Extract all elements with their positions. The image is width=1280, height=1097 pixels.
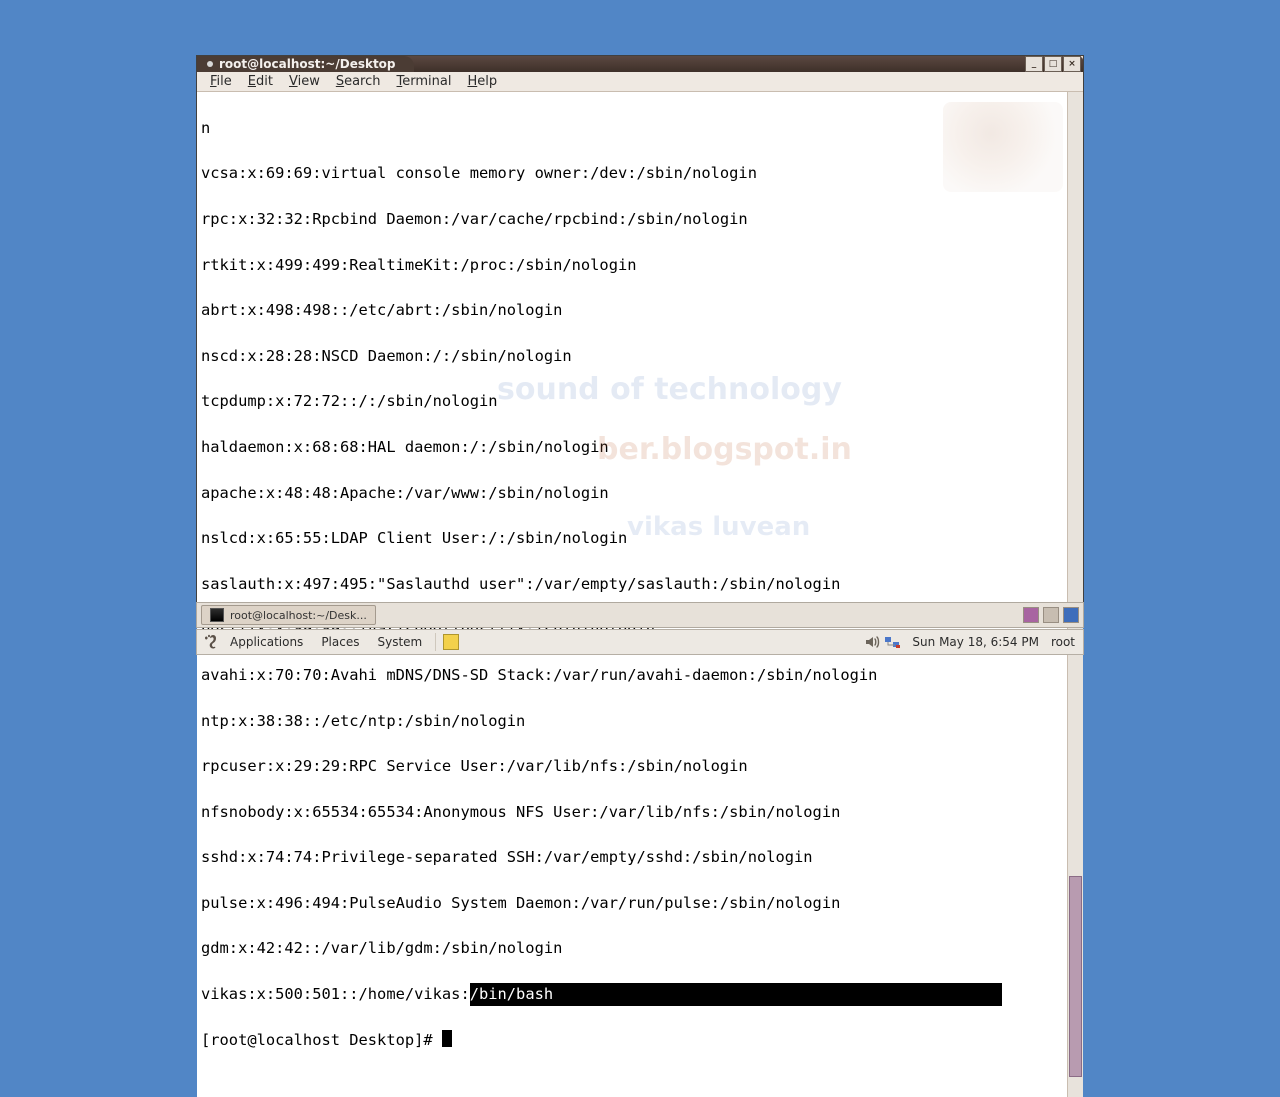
- selection-text: /bin/bash: [470, 985, 553, 1003]
- term-line: rtkit:x:499:499:RealtimeKit:/proc:/sbin/…: [201, 254, 1063, 277]
- terminal-window: root@localhost:~/Desktop _ □ × File Edit…: [196, 55, 1084, 628]
- term-line: nslcd:x:65:55:LDAP Client User:/:/sbin/n…: [201, 527, 1063, 550]
- menu-help[interactable]: Help: [460, 72, 504, 91]
- maximize-button[interactable]: □: [1044, 56, 1062, 72]
- title-tab: root@localhost:~/Desktop: [197, 56, 414, 72]
- menu-edit[interactable]: Edit: [241, 72, 280, 91]
- term-line: pulse:x:496:494:PulseAudio System Daemon…: [201, 892, 1063, 915]
- term-line: rpc:x:32:32:Rpcbind Daemon:/var/cache/rp…: [201, 208, 1063, 231]
- menu-file[interactable]: File: [203, 72, 239, 91]
- term-line: haldaemon:x:68:68:HAL daemon:/:/sbin/nol…: [201, 436, 1063, 459]
- terminal-output[interactable]: n vcsa:x:69:69:virtual console memory ow…: [197, 92, 1067, 1097]
- minimize-button[interactable]: _: [1025, 56, 1043, 72]
- menu-bar: File Edit View Search Terminal Help: [197, 72, 1083, 92]
- gnome-foot-icon[interactable]: [203, 634, 219, 650]
- term-line: n: [201, 117, 1063, 140]
- terminal-area: n vcsa:x:69:69:virtual console memory ow…: [197, 92, 1083, 1097]
- panel-separator: [435, 633, 437, 651]
- workspace-3[interactable]: [1063, 607, 1079, 623]
- term-line: vcsa:x:69:69:virtual console memory owne…: [201, 162, 1063, 185]
- gnome-panel: Applications Places System Sun May 18, 6…: [196, 629, 1084, 655]
- panel-system[interactable]: System: [370, 633, 429, 651]
- volume-icon[interactable]: [864, 634, 880, 650]
- term-line-prefix: vikas:x:500:501::/home/vikas:: [201, 985, 470, 1003]
- menu-search[interactable]: Search: [329, 72, 388, 91]
- clock[interactable]: Sun May 18, 6:54 PM: [912, 635, 1039, 649]
- scrollbar-thumb[interactable]: [1069, 876, 1082, 1077]
- term-line: ntp:x:38:38::/etc/ntp:/sbin/nologin: [201, 710, 1063, 733]
- title-bullet-icon: [207, 61, 213, 67]
- workspace-1[interactable]: [1023, 607, 1039, 623]
- panel-places[interactable]: Places: [314, 633, 366, 651]
- close-button[interactable]: ×: [1063, 56, 1081, 72]
- workspace-switcher[interactable]: [1023, 607, 1079, 623]
- network-icon[interactable]: [884, 634, 900, 650]
- term-line: avahi:x:70:70:Avahi mDNS/DNS-SD Stack:/v…: [201, 664, 1063, 687]
- scrollbar-track[interactable]: [1068, 92, 1083, 1097]
- term-line: gdm:x:42:42::/var/lib/gdm:/sbin/nologin: [201, 937, 1063, 960]
- menu-terminal[interactable]: Terminal: [390, 72, 459, 91]
- window-titlebar[interactable]: root@localhost:~/Desktop _ □ ×: [197, 56, 1083, 72]
- prompt-text: [root@localhost Desktop]#: [201, 1031, 442, 1049]
- term-line: rpcuser:x:29:29:RPC Service User:/var/li…: [201, 755, 1063, 778]
- term-line: nscd:x:28:28:NSCD Daemon:/:/sbin/nologin: [201, 345, 1063, 368]
- window-title: root@localhost:~/Desktop: [219, 57, 396, 71]
- term-line: nfsnobody:x:65534:65534:Anonymous NFS Us…: [201, 801, 1063, 824]
- scrollbar[interactable]: [1067, 92, 1083, 1097]
- term-line: saslauth:x:497:495:"Saslauthd user":/var…: [201, 573, 1063, 596]
- term-line: tcpdump:x:72:72::/:/sbin/nologin: [201, 390, 1063, 413]
- term-prompt-line: [root@localhost Desktop]#: [201, 1029, 1063, 1052]
- term-line-selected: vikas:x:500:501::/home/vikas:/bin/bash: [201, 983, 1063, 1006]
- selection: /bin/bash: [470, 983, 1002, 1006]
- taskbar-entry-label: root@localhost:~/Desk...: [230, 609, 367, 622]
- term-line: sshd:x:74:74:Privilege-separated SSH:/va…: [201, 846, 1063, 869]
- term-line: apache:x:48:48:Apache:/var/www:/sbin/nol…: [201, 482, 1063, 505]
- cursor-icon: [442, 1030, 452, 1047]
- window-buttons: _ □ ×: [1025, 56, 1083, 72]
- term-line: abrt:x:498:498::/etc/abrt:/sbin/nologin: [201, 299, 1063, 322]
- panel-applications[interactable]: Applications: [223, 633, 310, 651]
- sticky-notes-icon[interactable]: [443, 634, 459, 650]
- user-menu[interactable]: root: [1051, 635, 1077, 649]
- terminal-icon: [210, 608, 224, 622]
- taskbar-entry-terminal[interactable]: root@localhost:~/Desk...: [201, 605, 376, 625]
- workspace-2[interactable]: [1043, 607, 1059, 623]
- menu-view[interactable]: View: [282, 72, 327, 91]
- window-list-bar: root@localhost:~/Desk...: [196, 602, 1084, 628]
